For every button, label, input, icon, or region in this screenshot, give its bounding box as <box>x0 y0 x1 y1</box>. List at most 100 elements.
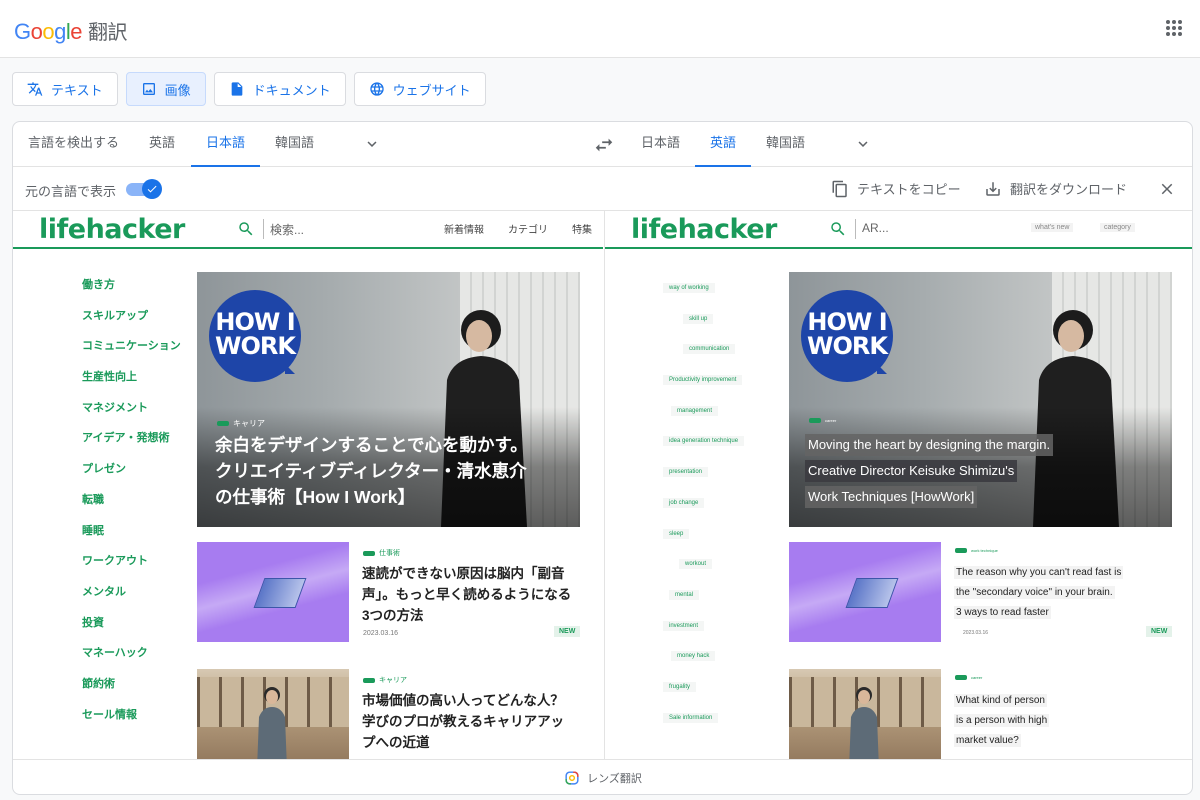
site-nav-item: カテゴリ <box>508 225 548 236</box>
category-item-label: Productivity improvement <box>663 375 743 386</box>
category-item: Sale information <box>663 705 744 736</box>
lens-translate-footer[interactable]: レンズ翻訳 <box>13 759 1192 794</box>
category-item-label: money hack <box>671 651 716 662</box>
article-title-line: The reason why you can't read fast is <box>954 566 1124 579</box>
original-image-pane: lifehacker 検索... 新着情報 カテゴリ 特集 働き方 スキルアップ… <box>13 211 603 759</box>
article-title-line: is a person with high <box>954 714 1050 727</box>
site-category-list: way of working skill up communication Pr… <box>663 275 745 736</box>
check-icon <box>147 185 157 193</box>
show-original-toggle[interactable] <box>126 178 162 200</box>
hero-tag: キャリア <box>217 418 265 429</box>
hero-article-image: HOW I WORK キャリア 余白をデザインすることで心を動かす。 クリエイティ… <box>197 272 580 527</box>
translated-image-pane: lifehacker AR... what's new category way… <box>604 211 1192 759</box>
close-icon[interactable] <box>1158 180 1176 198</box>
tab-target-english[interactable]: 英語 <box>695 122 752 167</box>
tab-source-korean[interactable]: 韓国語 <box>260 122 329 167</box>
mode-text-button[interactable]: テキスト <box>12 72 118 106</box>
hero-title: Moving the heart by designing the margin… <box>805 434 1155 512</box>
download-translation-button[interactable]: 翻訳をダウンロード <box>984 179 1127 198</box>
logo-letter: o <box>30 19 43 44</box>
category-item: management <box>663 398 744 429</box>
article-title: 市場価値の高い人ってどんな人？ 学びのプロが教えるキャリアアップへの近道 <box>362 693 565 750</box>
mode-website-button[interactable]: ウェブサイト <box>353 72 486 106</box>
source-more-chevron-down-icon[interactable] <box>363 135 381 153</box>
target-more-chevron-down-icon[interactable] <box>854 135 872 153</box>
search-icon <box>239 222 253 236</box>
mode-website-label: ウェブサイト <box>392 82 471 98</box>
badge-line: HOW I <box>807 308 887 336</box>
article-title-line: 3 ways to read faster <box>954 606 1051 619</box>
category-item: frugality <box>663 674 744 705</box>
tab-source-japanese[interactable]: 日本語 <box>191 122 261 167</box>
category-item-label: frugality <box>663 681 697 692</box>
category-item-label: job change <box>663 497 705 508</box>
category-item: communication <box>663 336 744 367</box>
hero-title: 余白をデザインすることで心を動かす。 クリエイティブディレクター・清水恵介 の仕… <box>215 432 565 510</box>
new-badge: NEW <box>1146 626 1173 637</box>
google-translate-logo[interactable]: Google 翻訳 <box>14 16 128 45</box>
swap-languages-icon[interactable] <box>593 134 615 156</box>
category-item: sleep <box>663 521 744 552</box>
category-item-label: management <box>671 405 719 416</box>
category-item: job change <box>663 490 744 521</box>
article-date: 2023.03.16 <box>963 630 989 636</box>
article-tag: work technique <box>955 548 998 553</box>
tab-target-korean[interactable]: 韓国語 <box>751 122 820 167</box>
site-logo: lifehacker <box>631 214 777 245</box>
logo-letter: G <box>14 19 31 44</box>
site-header: lifehacker 検索... 新着情報 カテゴリ 特集 <box>13 211 603 249</box>
tab-target-japanese[interactable]: 日本語 <box>626 122 695 167</box>
download-icon <box>986 181 1000 196</box>
mode-document-button[interactable]: ドキュメント <box>213 72 346 106</box>
category-item-label: presentation <box>663 467 709 478</box>
category-item: mental <box>663 582 744 613</box>
article-title: The reason why you can't read fast is th… <box>954 563 1169 623</box>
search-icon <box>831 222 845 236</box>
translate-icon <box>27 82 43 96</box>
new-badge: NEW <box>554 626 581 637</box>
mode-selector: テキスト 画像 ドキュメント ウェブサイト <box>12 72 486 106</box>
mode-document-label: ドキュメント <box>252 82 331 98</box>
language-bar: 言語を検出する 英語 日本語 韓国語 日本語 英語 韓国語 <box>13 122 1192 167</box>
badge-line: HOW I <box>215 308 295 336</box>
site-nav-item: what's new <box>1031 223 1074 232</box>
article-tag: 仕事術 <box>363 548 400 558</box>
hero-title-line: の仕事術【How I Work】 <box>215 487 415 507</box>
copy-text-button[interactable]: テキストをコピー <box>831 179 961 198</box>
category-item: アイデア・発想術 <box>82 432 170 445</box>
mode-image-button[interactable]: 画像 <box>125 72 206 106</box>
tab-source-english[interactable]: 英語 <box>134 122 190 167</box>
hero-tag-label: career <box>825 418 837 423</box>
globe-icon <box>369 82 384 96</box>
article-title-line: the "secondary voice" in your brain. <box>954 586 1115 599</box>
category-item-label: communication <box>683 344 736 355</box>
show-original-label: 元の言語で表示 <box>25 184 117 199</box>
category-item: スキルアップ <box>82 309 148 322</box>
category-item: メンタル <box>82 585 126 598</box>
image-icon <box>142 83 155 95</box>
site-nav-item: category <box>1100 223 1135 232</box>
logo-letter: o <box>42 19 55 44</box>
apps-grid-icon[interactable] <box>1166 20 1182 36</box>
article-tag-label: 仕事術 <box>379 550 400 557</box>
article-tag: career <box>955 675 982 680</box>
category-item: マネーハック <box>82 647 148 660</box>
site-search-placeholder: AR... <box>862 221 889 235</box>
article-title: 速読ができない原因は脳内「副音声」。もっと早く読めるようになる3つの方法 <box>362 566 572 623</box>
article-thumbnail-person <box>789 669 941 759</box>
category-item: 投資 <box>82 616 104 629</box>
tab-detect-language[interactable]: 言語を検出する <box>13 122 134 167</box>
article-tag: キャリア <box>363 675 407 685</box>
google-lens-icon <box>565 771 579 785</box>
document-icon <box>231 82 242 96</box>
hero-article-image: HOW I WORK career Moving the heart by des… <box>789 272 1172 527</box>
category-item: way of working <box>663 275 744 306</box>
category-item-label: mental <box>669 589 700 600</box>
category-item-label: way of working <box>663 283 715 293</box>
person-photo <box>257 687 287 759</box>
site-header: lifehacker AR... what's new category <box>605 211 1192 249</box>
category-item-label: investment <box>663 620 705 631</box>
copy-text-label: テキストをコピー <box>857 182 961 197</box>
hero-title-line: Work Techniques [HowWork] <box>805 486 978 508</box>
article-title-line: market value? <box>954 734 1021 747</box>
